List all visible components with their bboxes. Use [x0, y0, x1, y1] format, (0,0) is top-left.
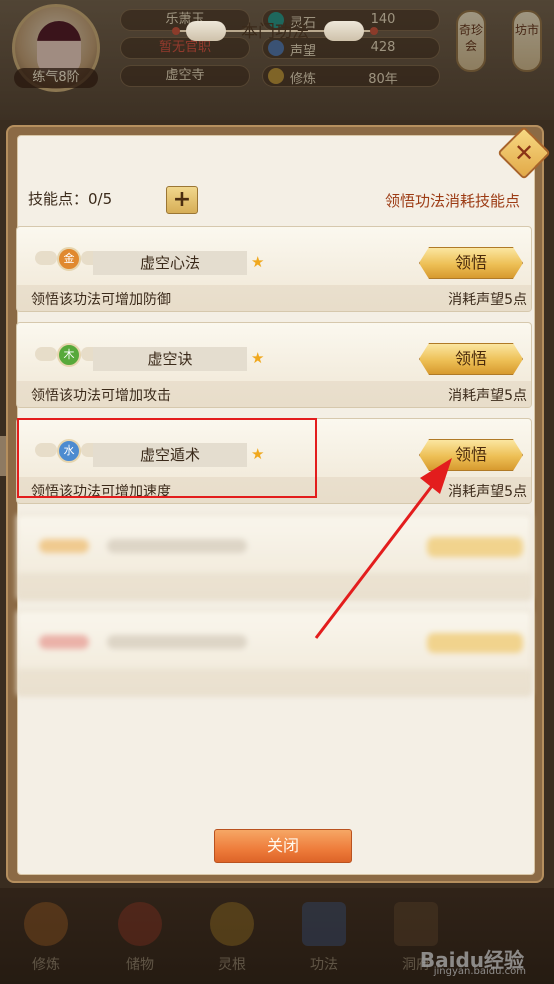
close-button[interactable]: 关闭 [214, 829, 352, 863]
metal-element-icon: 金 [57, 247, 81, 271]
star-icon: ★ [251, 349, 265, 367]
skill-points-label: 技能点：0/5 [28, 190, 113, 208]
skill-card: 金 虚空心法 ★ 领悟 领悟该功法可增加防御 消耗声望5点 [16, 226, 532, 312]
skill-card-blurred [16, 610, 532, 696]
learn-button[interactable]: 领悟 [419, 247, 523, 279]
title-ornament-left [172, 27, 180, 35]
skill-cost: 消耗声望5点 [448, 388, 527, 404]
emblem-wing-left [35, 347, 57, 361]
skill-cost: 消耗声望5点 [448, 484, 527, 500]
skill-name: 虚空心法 [93, 251, 247, 275]
blurred-emblem [39, 635, 89, 649]
wood-element-icon: 木 [57, 343, 81, 367]
star-icon: ★ [251, 253, 265, 271]
annotation-highlight-box [17, 418, 317, 498]
add-skill-points-button[interactable]: + [166, 186, 198, 214]
blurred-name [107, 635, 247, 649]
skill-card: 木 虚空诀 ★ 领悟 领悟该功法可增加攻击 消耗声望5点 [16, 322, 532, 408]
blurred-emblem [39, 539, 89, 553]
title-cloud-left [186, 21, 226, 41]
skill-description: 领悟该功法可增加防御 [31, 292, 171, 308]
card-desc-row [17, 573, 531, 599]
skill-cost-note: 领悟功法消耗技能点 [384, 192, 520, 210]
skill-description: 领悟该功法可增加攻击 [31, 388, 171, 404]
skill-cost: 消耗声望5点 [448, 292, 527, 308]
blurred-name [107, 539, 247, 553]
title-cloud-right [324, 21, 364, 41]
card-desc-row [17, 669, 531, 695]
blurred-button [427, 537, 523, 557]
emblem-wing-left [35, 251, 57, 265]
skill-name: 虚空诀 [93, 347, 247, 371]
learn-button[interactable]: 领悟 [419, 439, 523, 471]
title-ornament-right [370, 27, 378, 35]
blurred-button [427, 633, 523, 653]
dialog-title: 本门功法 [241, 22, 309, 42]
learn-button[interactable]: 领悟 [419, 343, 523, 375]
dialog-title-bar: 本门功法 [162, 15, 388, 47]
skill-card-blurred [16, 514, 532, 600]
close-icon: ✕ [514, 139, 535, 167]
